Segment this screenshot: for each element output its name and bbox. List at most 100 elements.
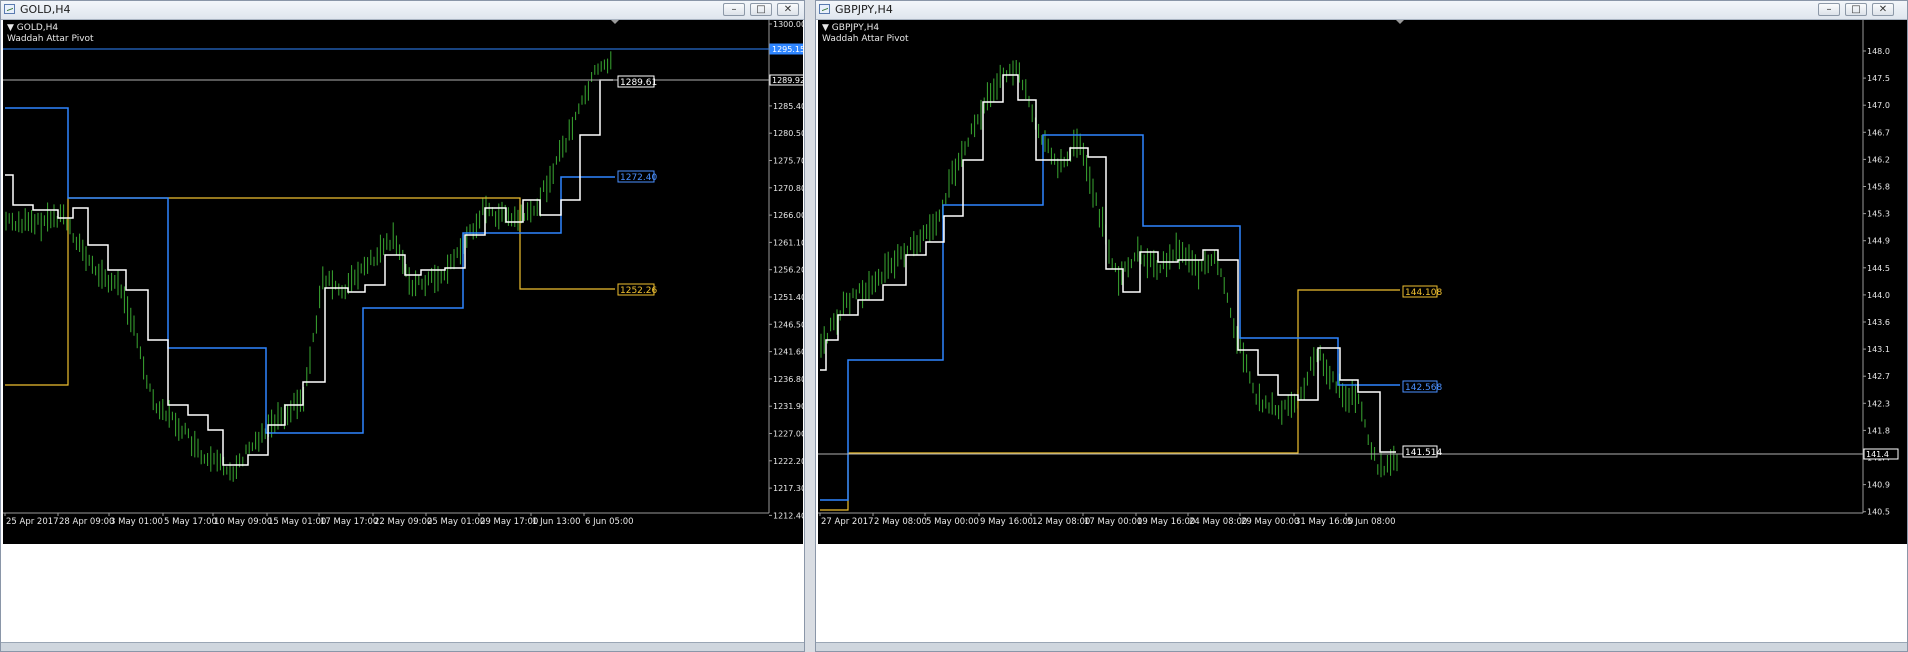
pivot-line-white (5, 79, 613, 466)
price-tick-label: 148.0 (1867, 47, 1890, 56)
price-tick-label: 1236.80 (773, 375, 803, 384)
price-tick-label: 1256.20 (773, 266, 803, 275)
price-tick-label: 144.0 (1867, 291, 1890, 300)
time-tick-label: 17 May 17:00 (320, 517, 378, 527)
time-tick-label: 1 Jun 13:00 (532, 517, 581, 527)
level-label-blue: 142.568 (1405, 383, 1442, 393)
status-strip (816, 642, 1907, 651)
minimize-icon: – (731, 4, 737, 15)
price-tick-label: 1217.30 (773, 484, 803, 493)
close-icon: ✕ (783, 4, 793, 15)
price-tick-label: 141.8 (1867, 426, 1890, 435)
status-strip (1, 642, 804, 651)
time-tick-label: 17 May 00:00 (1084, 517, 1142, 527)
price-tick-label: 1266.00 (773, 211, 803, 220)
pivot-line-blue (5, 107, 615, 434)
time-tick-label: 10 May 09:00 (214, 517, 272, 527)
time-tick-label: 2 May 08:00 (874, 517, 927, 527)
chart-window-icon (819, 4, 830, 14)
price-tick-label: 147.0 (1867, 101, 1890, 110)
dropdown-triangle-icon[interactable]: ▼ (822, 23, 829, 33)
maximize-button[interactable]: □ (750, 3, 772, 16)
price-tick-label: 1280.50 (773, 129, 803, 138)
maximize-icon: □ (1851, 4, 1861, 15)
time-tick-label: 25 Apr 2017 (6, 517, 59, 527)
window-titlebar[interactable]: GOLD,H4 – □ ✕ (1, 1, 804, 20)
price-tick-label: 144.9 (1867, 237, 1890, 246)
pivot-line-blue (820, 134, 1400, 501)
window-titlebar[interactable]: GBPJPY,H4 – □ ✕ (816, 1, 1907, 20)
time-tick-label: 27 Apr 2017 (821, 517, 874, 527)
maximize-button[interactable]: □ (1845, 3, 1867, 16)
price-tick-label: 147.5 (1867, 74, 1890, 83)
price-chart[interactable]: 1300.00 1295.15 1289.92 1285.40 1280.50 1275.… (3, 20, 803, 544)
close-button[interactable]: ✕ (1872, 3, 1894, 16)
price-tick-label: 1275.70 (773, 157, 803, 166)
level-label-orange: 1252.26 (620, 286, 657, 296)
price-chart[interactable]: 148.0 147.5 147.0 146.7 146.2 145.8 145.3 144.9… (818, 20, 1907, 544)
chart-shift-marker (1396, 20, 1404, 24)
price-tick-label: 1285.40 (773, 102, 803, 111)
time-tick-label: 28 Apr 09:00 (59, 517, 114, 527)
minimize-icon: – (1826, 4, 1832, 15)
window-title: GOLD,H4 (20, 3, 71, 16)
price-tick-label: 1251.40 (773, 293, 803, 302)
minimize-button[interactable]: – (1818, 3, 1840, 16)
price-tick-label: 1300.00 (773, 20, 803, 29)
price-tick-label: 143.1 (1867, 345, 1890, 354)
price-tick-label: 140.9 (1867, 481, 1890, 490)
chart-window-gold[interactable]: GOLD,H4 – □ ✕ 1300.00 1295.15 1289.92 1285.… (0, 0, 805, 652)
level-label-blue: 1272.40 (620, 173, 657, 183)
price-tag-label: 1289.92 (772, 76, 803, 85)
price-tick-label: 140.5 (1867, 508, 1890, 517)
pivot-line-white (820, 74, 1396, 453)
time-tick-label: 22 May 09:00 (374, 517, 432, 527)
symbol-text: GOLD,H4 (16, 23, 59, 33)
price-tick-label: 142.3 (1867, 399, 1890, 408)
time-tick-label: 31 May 16:00 (1295, 517, 1353, 527)
chart-canvas[interactable]: 1300.00 1295.15 1289.92 1285.40 1280.50 1275.… (3, 20, 803, 544)
time-tick-label: 5 May 00:00 (926, 517, 979, 527)
price-tag-label: 141.4 (1866, 450, 1889, 459)
time-tick-label: 19 May 16:00 (1137, 517, 1195, 527)
chart-window-gbpjpy[interactable]: GBPJPY,H4 – □ ✕ 148.0 147.5 147.0 146.7 146.… (815, 0, 1908, 652)
time-tick-label: 9 May 16:00 (980, 517, 1033, 527)
price-tick-label: 143.6 (1867, 318, 1890, 327)
price-tick-label: 1222.20 (773, 457, 803, 466)
level-label-white: 1289.61 (620, 78, 657, 88)
chart-window-icon (4, 4, 15, 14)
time-tick-label: 15 May 01:00 (268, 517, 326, 527)
price-tick-label: 145.3 (1867, 210, 1890, 219)
time-tick-label: 12 May 08:00 (1032, 517, 1090, 527)
price-tick-label: 1231.90 (773, 402, 803, 411)
price-tick-label: 146.2 (1867, 155, 1890, 164)
price-tick-label: 1212.40 (773, 511, 803, 520)
symbol-label: ▼ GBPJPY,H4 (822, 23, 879, 33)
time-tick-label: 6 Jun 05:00 (585, 517, 634, 527)
price-tick-label: 146.7 (1867, 128, 1890, 137)
price-tick-label: 145.8 (1867, 183, 1890, 192)
window-title: GBPJPY,H4 (835, 3, 893, 16)
close-icon: ✕ (1878, 4, 1888, 15)
price-tick-label: 144.5 (1867, 264, 1890, 273)
price-tick-label: 1270.80 (773, 184, 803, 193)
symbol-label: ▼ GOLD,H4 (7, 23, 58, 33)
price-tick-label: 1227.00 (773, 430, 803, 439)
time-tick-label: 29 May 17:00 (480, 517, 538, 527)
close-button[interactable]: ✕ (777, 3, 799, 16)
time-tick-label: 3 May 01:00 (110, 517, 163, 527)
minimize-button[interactable]: – (723, 3, 745, 16)
price-tag-label: 1295.15 (772, 45, 803, 54)
price-tick-label: 1261.10 (773, 238, 803, 247)
indicator-label: Waddah Attar Pivot (7, 34, 94, 44)
maximize-icon: □ (756, 4, 766, 15)
chart-canvas[interactable]: 148.0 147.5 147.0 146.7 146.2 145.8 145.3 144.9… (818, 20, 1907, 544)
time-tick-label: 5 May 17:00 (164, 517, 217, 527)
price-tick-label: 1241.60 (773, 348, 803, 357)
dropdown-triangle-icon[interactable]: ▼ (7, 23, 14, 33)
indicator-label: Waddah Attar Pivot (822, 34, 909, 44)
price-tick-label: 142.7 (1867, 372, 1890, 381)
level-label-white: 141.514 (1405, 448, 1442, 458)
time-tick-label: 5 Jun 08:00 (1347, 517, 1396, 527)
level-label-orange: 144.108 (1405, 288, 1442, 298)
